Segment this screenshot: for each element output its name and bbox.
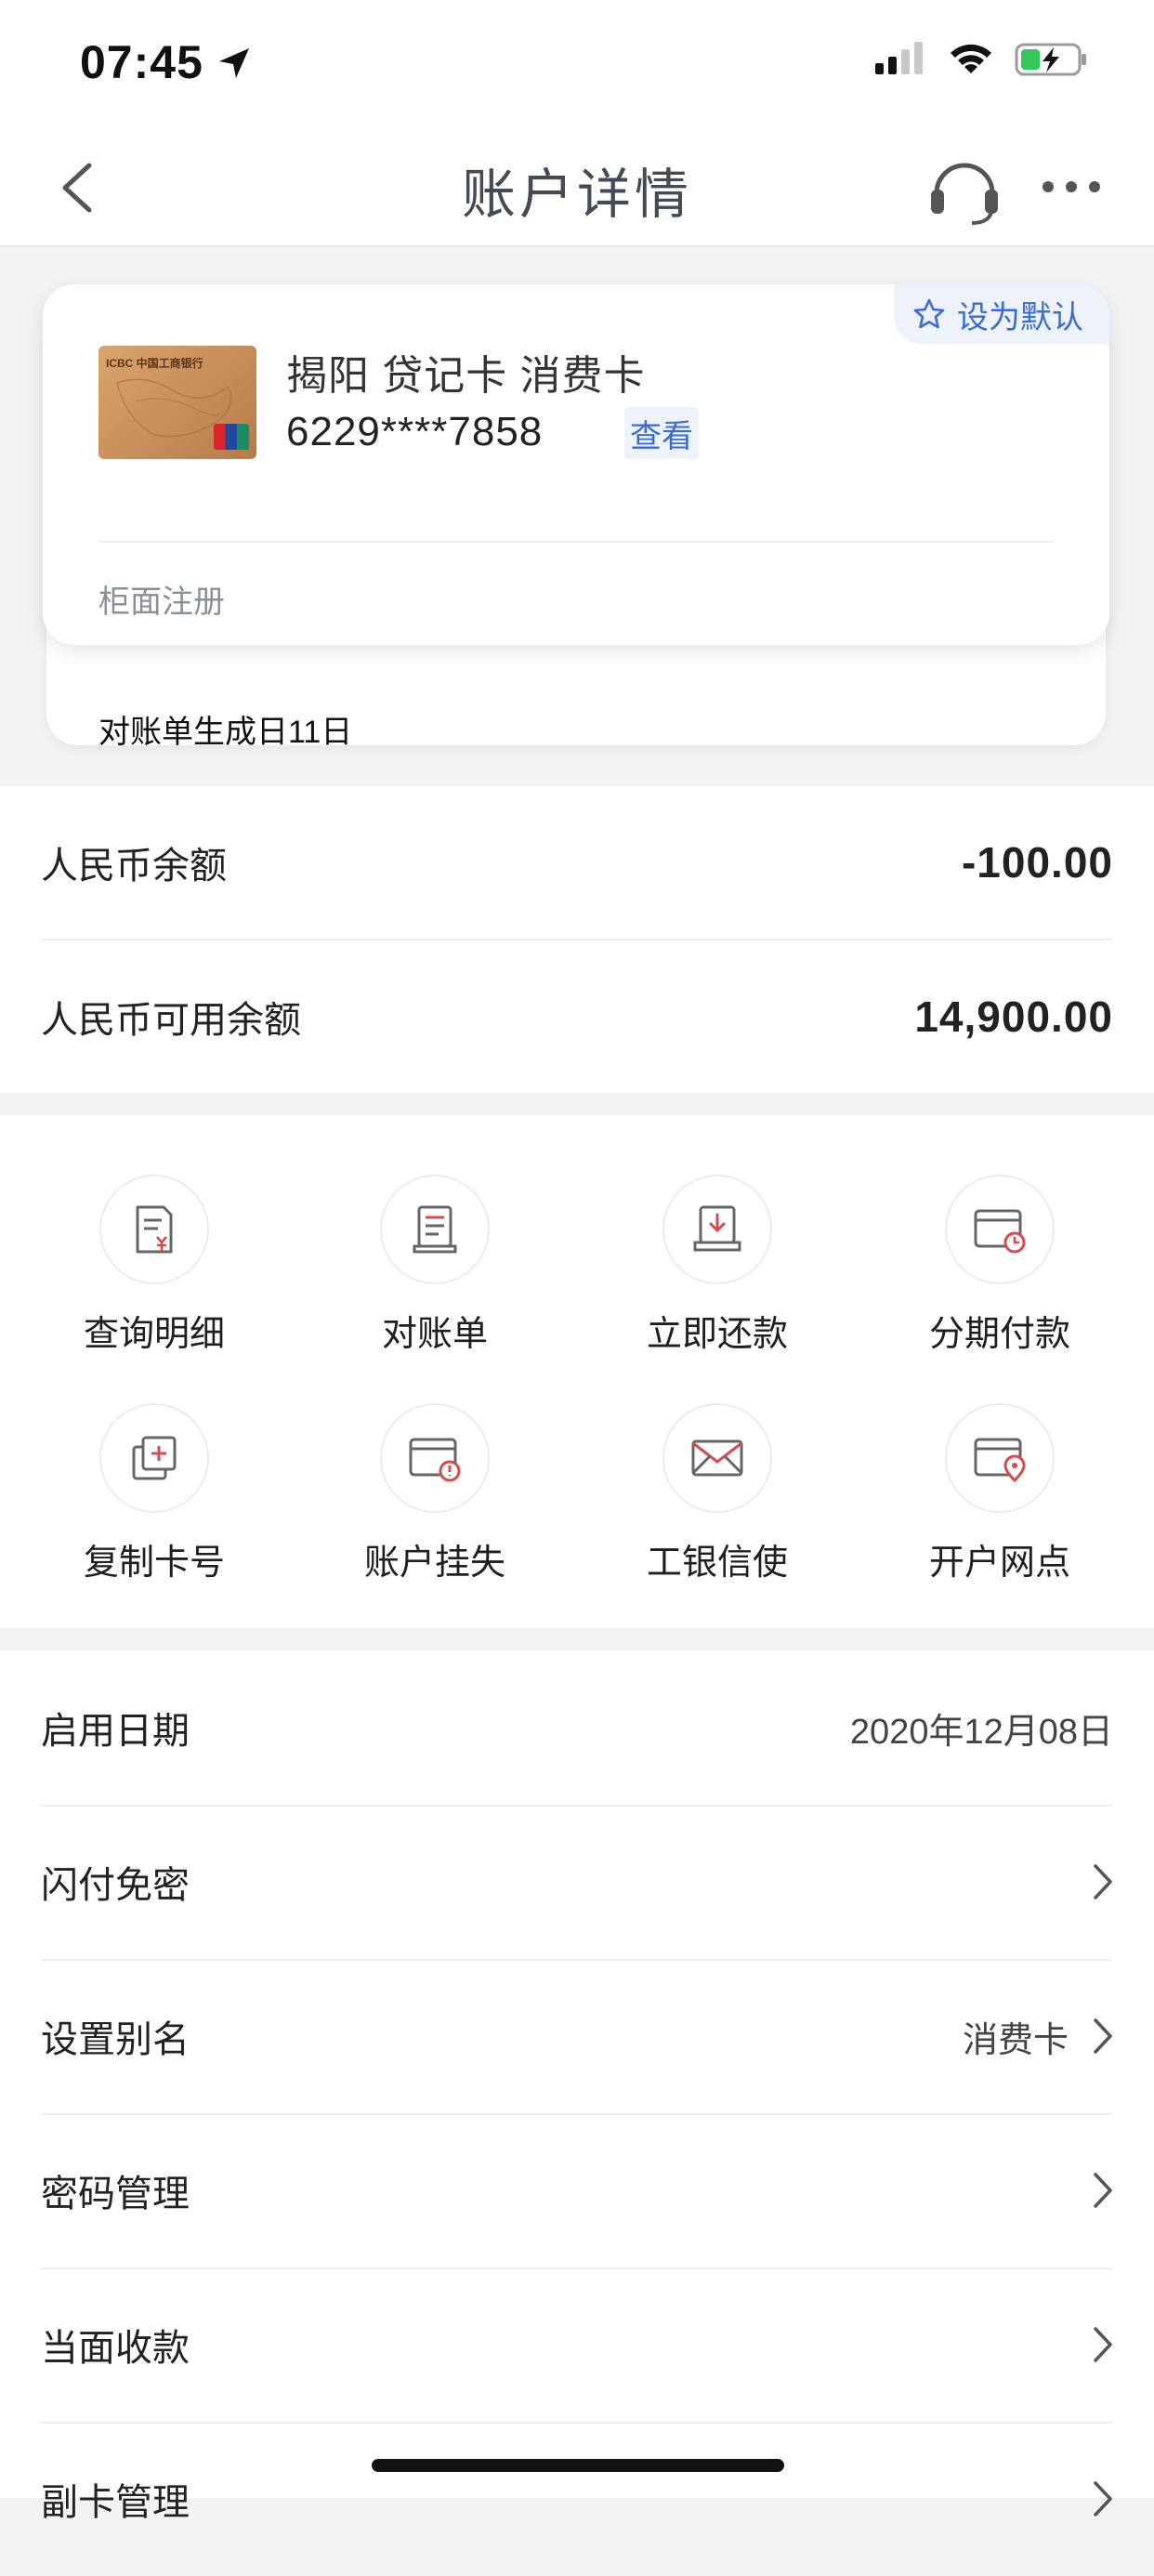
query-details-icon — [136, 1205, 173, 1254]
activation-date-label: 启用日期 — [41, 1711, 190, 1752]
balance-row-available: 人民币可用余额 14,900.00 — [41, 940, 1113, 1093]
unionpay-logo — [214, 424, 249, 450]
star-icon — [913, 298, 945, 329]
function-grid: 查询明细 对账单 立即还款 分期付款 复制卡号 账户挂失 工银信使 开户网点 — [0, 1115, 1154, 1628]
home-indicator[interactable] — [372, 2459, 784, 2472]
repay-icon-circle — [662, 1175, 772, 1284]
balance-value: -100.00 — [961, 838, 1113, 887]
branch-location-icon-circle — [945, 1403, 1055, 1513]
face-to-face-receipt-right — [1093, 2326, 1113, 2363]
password-management-right — [1093, 2172, 1113, 2209]
registration-method: 柜面注册 — [98, 585, 225, 620]
report-loss-icon-circle — [380, 1403, 490, 1513]
balances-section: 人民币余额 -100.00 人民币可用余额 14,900.00 — [0, 786, 1154, 1093]
password-management-row[interactable]: 密码管理 — [41, 2113, 1113, 2269]
mail-icon-circle — [662, 1403, 772, 1513]
balance-label: 人民币余额 — [41, 846, 227, 887]
quickpass-no-password-row[interactable]: 闪付免密 — [41, 1805, 1113, 1961]
wifi-icon — [951, 44, 991, 73]
set-alias-row[interactable]: 设置别名 消费卡 — [41, 1959, 1113, 2115]
chevron-right-icon — [1094, 2173, 1112, 2208]
supplementary-card-label: 副卡管理 — [41, 2482, 190, 2523]
customer-service-headset-icon[interactable] — [925, 152, 1003, 227]
installment-button[interactable]: 分期付款 — [898, 1175, 1102, 1360]
statement-button[interactable]: 对账单 — [333, 1175, 537, 1360]
repay-now-button[interactable]: 立即还款 — [615, 1175, 820, 1360]
activation-date-value: 2020年12月08日 — [849, 1712, 1113, 1752]
balance-row-rmb: 人民币余额 -100.00 — [41, 786, 1113, 940]
supplementary-card-row[interactable]: 副卡管理 — [41, 2422, 1113, 2576]
branch-location-button[interactable]: 开户网点 — [898, 1403, 1102, 1589]
set-default-button[interactable]: 设为默认 — [894, 284, 1109, 344]
copy-card-icon-circle — [99, 1403, 209, 1513]
statement-icon-circle — [380, 1175, 490, 1284]
more-options-icon[interactable] — [1041, 178, 1102, 195]
settings-list: 启用日期 2020年12月08日 闪付免密 设置别名 消费卡 密码管理 当面收款… — [0, 1650, 1154, 2523]
view-card-number-button[interactable]: 查看 — [624, 407, 699, 459]
icbc-messenger-button[interactable]: 工银信使 — [615, 1403, 820, 1589]
nav-bar: 账户详情 — [0, 130, 1154, 247]
query-details-label: 查询明细 — [83, 1315, 225, 1354]
branch-location-icon — [974, 1438, 1026, 1483]
copy-card-icon — [132, 1436, 177, 1480]
query-details-button[interactable]: 查询明细 — [52, 1175, 256, 1360]
account-card-section: 对账单生成日11日 设为默认 ICBC 中国工商银行 揭阳 贷记卡 消费卡 62… — [43, 284, 1109, 750]
activation-date-row: 启用日期 2020年12月08日 — [41, 1650, 1113, 1807]
available-balance-label: 人民币可用余额 — [41, 1000, 301, 1041]
installment-icon — [974, 1209, 1026, 1254]
available-balance-value: 14,900.00 — [914, 992, 1113, 1041]
chevron-right-icon — [1094, 1864, 1112, 1899]
report-loss-label: 账户挂失 — [363, 1544, 505, 1583]
face-to-face-receipt-label: 当面收款 — [41, 2328, 190, 2369]
chevron-right-icon — [1094, 2327, 1112, 2362]
cellular-signal-icon — [875, 42, 923, 74]
installment-label: 分期付款 — [928, 1315, 1070, 1354]
card-number: 6229****7858 — [286, 409, 544, 454]
icbc-messenger-label: 工银信使 — [646, 1544, 788, 1583]
password-management-label: 密码管理 — [41, 2174, 190, 2215]
set-alias-label: 设置别名 — [41, 2019, 190, 2060]
statement-icon — [413, 1205, 457, 1254]
statement-label: 对账单 — [381, 1315, 488, 1354]
repay-now-label: 立即还款 — [646, 1315, 788, 1354]
activation-date-right: 2020年12月08日 — [850, 1702, 1113, 1754]
account-card: 设为默认 ICBC 中国工商银行 揭阳 贷记卡 消费卡 6229****7858… — [43, 284, 1109, 645]
location-arrow-icon — [219, 48, 249, 78]
copy-card-number-button[interactable]: 复制卡号 — [52, 1403, 256, 1589]
report-loss-button[interactable]: 账户挂失 — [333, 1403, 537, 1589]
face-to-face-receipt-row[interactable]: 当面收款 — [41, 2267, 1113, 2424]
alias-value: 消费卡 — [962, 2020, 1069, 2060]
status-bar: 07:45 — [0, 0, 1154, 130]
quickpass-right — [1093, 1863, 1113, 1900]
status-indicators — [875, 41, 1089, 78]
repay-icon — [693, 1205, 741, 1252]
chevron-right-icon — [1094, 2018, 1112, 2054]
battery-charging-icon — [1015, 43, 1086, 76]
bank-card-image: ICBC 中国工商银行 — [98, 346, 256, 459]
installment-icon-circle — [945, 1175, 1055, 1284]
supplementary-card-right — [1093, 2480, 1113, 2517]
query-details-icon-circle — [99, 1175, 209, 1284]
status-time: 07:45 — [80, 36, 203, 88]
chevron-right-icon — [1094, 2481, 1112, 2517]
copy-card-number-label: 复制卡号 — [83, 1544, 225, 1583]
report-loss-icon — [409, 1438, 461, 1482]
set-default-label: 设为默认 — [957, 299, 1083, 335]
statement-day-text: 对账单生成日11日 — [98, 715, 353, 750]
quickpass-label: 闪付免密 — [41, 1865, 190, 1906]
card-divider — [98, 541, 1054, 543]
card-name: 揭阳 贷记卡 消费卡 — [286, 353, 646, 399]
mail-icon — [691, 1439, 743, 1477]
branch-location-label: 开户网点 — [928, 1544, 1070, 1583]
set-alias-right: 消费卡 — [963, 2011, 1113, 2062]
